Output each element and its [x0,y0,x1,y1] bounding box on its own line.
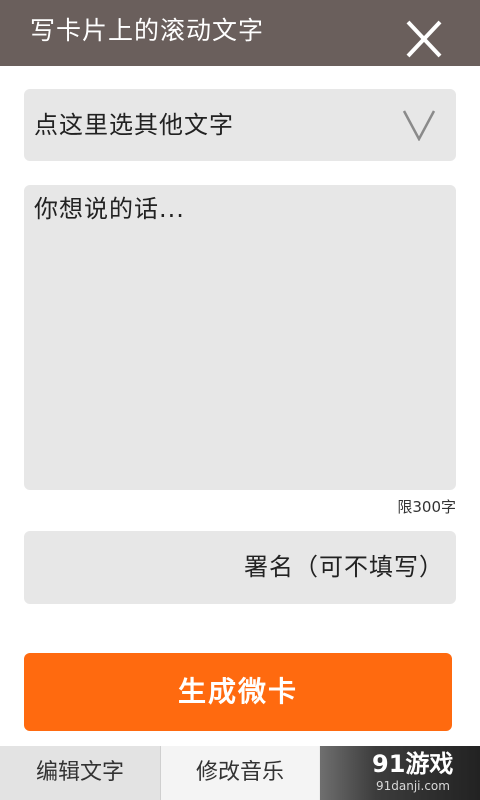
tab-change-music[interactable]: 修改音乐 [161,746,319,800]
page-title: 写卡片上的滚动文字 [30,16,265,45]
signature-input[interactable]: 署名（可不填写） [24,531,456,604]
watermark: 91游戏 91danji.com [320,746,480,800]
bottom-tab-bar: 编辑文字 修改音乐 91游戏 91danji.com [0,746,480,800]
close-icon [406,20,442,58]
tab-edit-text[interactable]: 编辑文字 [0,746,161,800]
generate-card-button[interactable]: 生成微卡 [24,653,452,731]
text-picker-dropdown[interactable]: 点这里选其他文字 [24,89,456,161]
message-placeholder: 你想说的话... [34,195,185,223]
message-textarea[interactable]: 你想说的话... [24,185,456,490]
title-bar: 写卡片上的滚动文字 [0,0,480,66]
watermark-logo: 91游戏 [372,750,454,778]
close-button[interactable] [404,16,444,60]
text-picker-label: 点这里选其他文字 [34,111,234,139]
character-limit-note: 限300字 [397,498,456,516]
watermark-url: 91danji.com [376,779,450,793]
signature-placeholder: 署名（可不填写） [244,553,444,581]
chevron-down-icon [402,109,436,141]
